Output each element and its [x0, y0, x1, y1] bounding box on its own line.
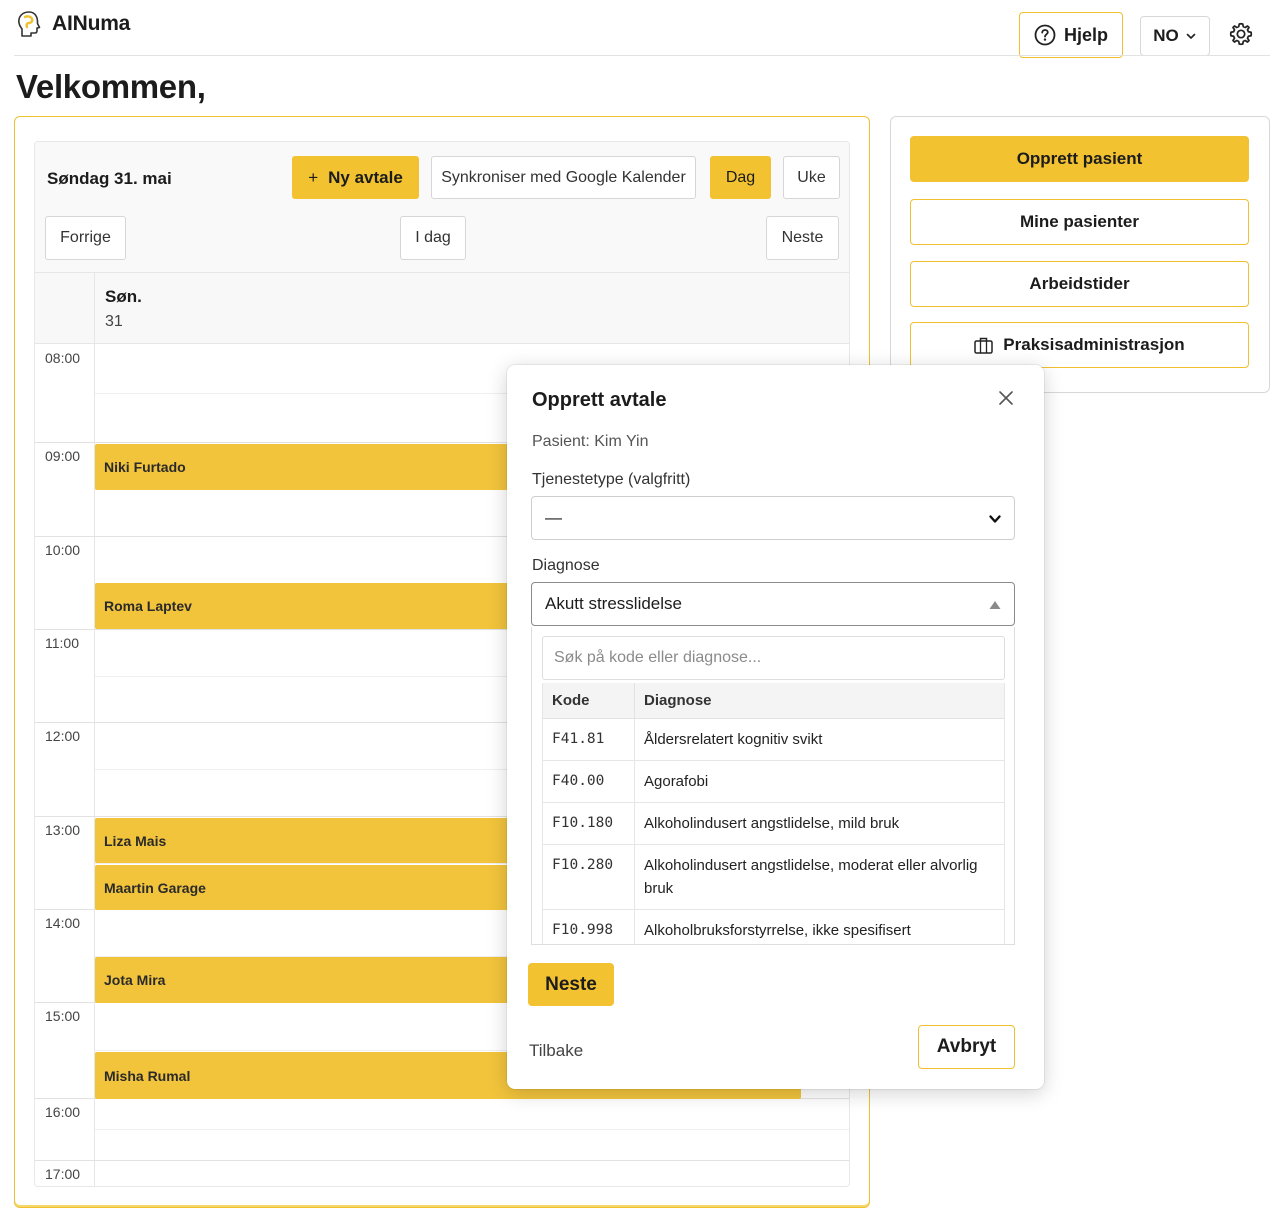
app-logo[interactable]: AINuma [16, 10, 130, 38]
diagnosis-code: F10.280 [542, 844, 635, 910]
column-header-code: Kode [542, 683, 635, 719]
event-patient-name: Maartin Garage [104, 879, 206, 896]
calendar-event[interactable]: Roma Laptev [95, 583, 515, 629]
diagnosis-code: F41.81 [542, 718, 635, 761]
help-button[interactable]: Hjelp [1019, 12, 1123, 58]
diagnosis-name: Alkoholindusert angstlidelse, mild bruk [634, 802, 1005, 845]
gear-icon[interactable] [1228, 21, 1254, 47]
calendar-date-label: Søndag 31. mai [47, 169, 172, 188]
new-appointment-label: Ny avtale [328, 167, 403, 187]
chevron-down-icon [1186, 33, 1196, 39]
question-circle-icon [1034, 24, 1056, 46]
sync-google-calendar-button[interactable]: Synkroniser med Google Kalender [431, 156, 696, 199]
hour-label: 17:00 [45, 1166, 81, 1182]
service-type-select[interactable]: — [531, 496, 1015, 540]
new-appointment-button[interactable]: + Ny avtale [292, 156, 419, 199]
diagnosis-row[interactable]: F10.998 Alkoholbruksforstyrrelse, ikke sp… [542, 909, 1005, 944]
diagnosis-row[interactable]: F10.280 Alkoholindusert angstlidelse, mod… [542, 844, 1005, 910]
diagnosis-table: Kode Diagnose F41.81 Åldersrelatert kogni… [542, 683, 1005, 944]
day-name: Søn. [105, 287, 142, 306]
event-patient-name: Roma Laptev [104, 598, 192, 614]
prev-button[interactable]: Forrige [45, 216, 126, 260]
app-name: AINuma [52, 12, 131, 35]
diagnosis-name: Alkoholindusert angstlidelse, moderat el… [634, 844, 1005, 910]
half-hour-line [95, 1129, 849, 1130]
caret-up-icon [989, 601, 1001, 609]
chevron-down-icon [989, 515, 1001, 523]
head-brain-icon [18, 11, 41, 37]
modal-title: Opprett avtale [532, 389, 667, 411]
event-patient-name: Jota Mira [104, 972, 166, 988]
service-type-value: — [545, 508, 562, 527]
hour-label: 13:00 [45, 822, 81, 838]
help-label: Hjelp [1063, 24, 1108, 45]
hour-label: 14:00 [45, 915, 81, 931]
hour-label: 15:00 [45, 1008, 81, 1024]
diagnosis-row[interactable]: F40.00 Agorafobi [542, 760, 1005, 803]
hour-label: 12:00 [45, 728, 81, 744]
diagnosis-dropdown: Kode Diagnose F41.81Åldersrelatert kogni… [531, 627, 1015, 945]
event-patient-name: Niki Furtado [104, 459, 186, 475]
hour-line [35, 1160, 849, 1161]
hour-label: 11:00 [45, 635, 79, 651]
practice-admin-button[interactable]: Praksisadministrasjon [910, 322, 1249, 368]
diagnosis-value: Akutt stresslidelse [545, 594, 682, 613]
hour-label: 09:00 [45, 448, 81, 464]
my-patients-button[interactable]: Mine pasienter [910, 199, 1249, 245]
language-select[interactable]: NO [1140, 16, 1210, 56]
diagnosis-name: Åldersrelatert kognitiv svikt [634, 718, 1005, 761]
diagnosis-search-input[interactable] [542, 636, 1005, 680]
diagnosis-select[interactable]: Akutt stresslidelse [531, 582, 1015, 626]
calendar-event[interactable]: Maartin Garage [95, 865, 515, 910]
page-title: Velkommen, [16, 68, 206, 105]
event-patient-name: Misha Rumal [104, 1067, 191, 1084]
diagnosis-row[interactable]: F10.180 Alkoholindusert angstlidelse, mil… [542, 802, 1005, 845]
calendar-event[interactable]: Niki Furtado [95, 444, 515, 490]
diagnosis-name: Agorafobi [634, 760, 1005, 803]
diagnosis-code: F10.998 [542, 909, 635, 944]
diagnosis-label: Diagnose [532, 557, 600, 574]
next-button[interactable]: Neste [766, 216, 839, 260]
diagnosis-name: Alkoholbruksforstyrrelse, ikke spesifise… [634, 909, 1005, 944]
view-week-button[interactable]: Uke [783, 156, 840, 199]
diagnosis-code: F40.00 [542, 760, 635, 803]
language-value: NO [1153, 26, 1179, 45]
next-step-button[interactable]: Neste [528, 963, 614, 1006]
hour-label: 10:00 [45, 542, 81, 558]
today-button[interactable]: I dag [400, 216, 466, 260]
hour-label: 08:00 [45, 350, 81, 366]
time-gutter-header [35, 273, 95, 345]
diagnosis-code: F10.180 [542, 802, 635, 845]
table-header-row: Kode Diagnose [542, 683, 1005, 719]
calendar-event[interactable]: Jota Mira [95, 957, 515, 1003]
diagnosis-row[interactable]: F41.81 Åldersrelatert kognitiv svikt [542, 718, 1005, 761]
calendar-event[interactable]: Liza Mais [95, 818, 515, 863]
create-patient-button[interactable]: Opprett pasient [910, 136, 1249, 182]
day-header: Søn. 31 [35, 272, 849, 345]
back-link[interactable]: Tilbake [529, 1041, 583, 1061]
hour-label: 16:00 [45, 1104, 81, 1120]
event-patient-name: Liza Mais [104, 832, 167, 849]
work-hours-button[interactable]: Arbeidstider [910, 261, 1249, 307]
cancel-button[interactable]: Avbryt [918, 1025, 1015, 1069]
view-day-button[interactable]: Dag [710, 156, 771, 199]
practice-admin-label: Praksisadministrasjon [1003, 335, 1185, 354]
service-type-label: Tjenestetype (valgfritt) [532, 471, 691, 488]
plus-icon: + [308, 167, 319, 187]
day-number: 31 [105, 313, 123, 330]
header-divider [14, 55, 1270, 56]
create-appointment-modal: Opprett avtale Pasient: Kim Yin Tjeneste… [507, 365, 1044, 1089]
column-header-diagnosis: Diagnose [634, 683, 1005, 719]
close-icon[interactable] [995, 387, 1017, 409]
patient-name: Pasient: Kim Yin [532, 433, 649, 450]
briefcase-icon [974, 337, 994, 354]
